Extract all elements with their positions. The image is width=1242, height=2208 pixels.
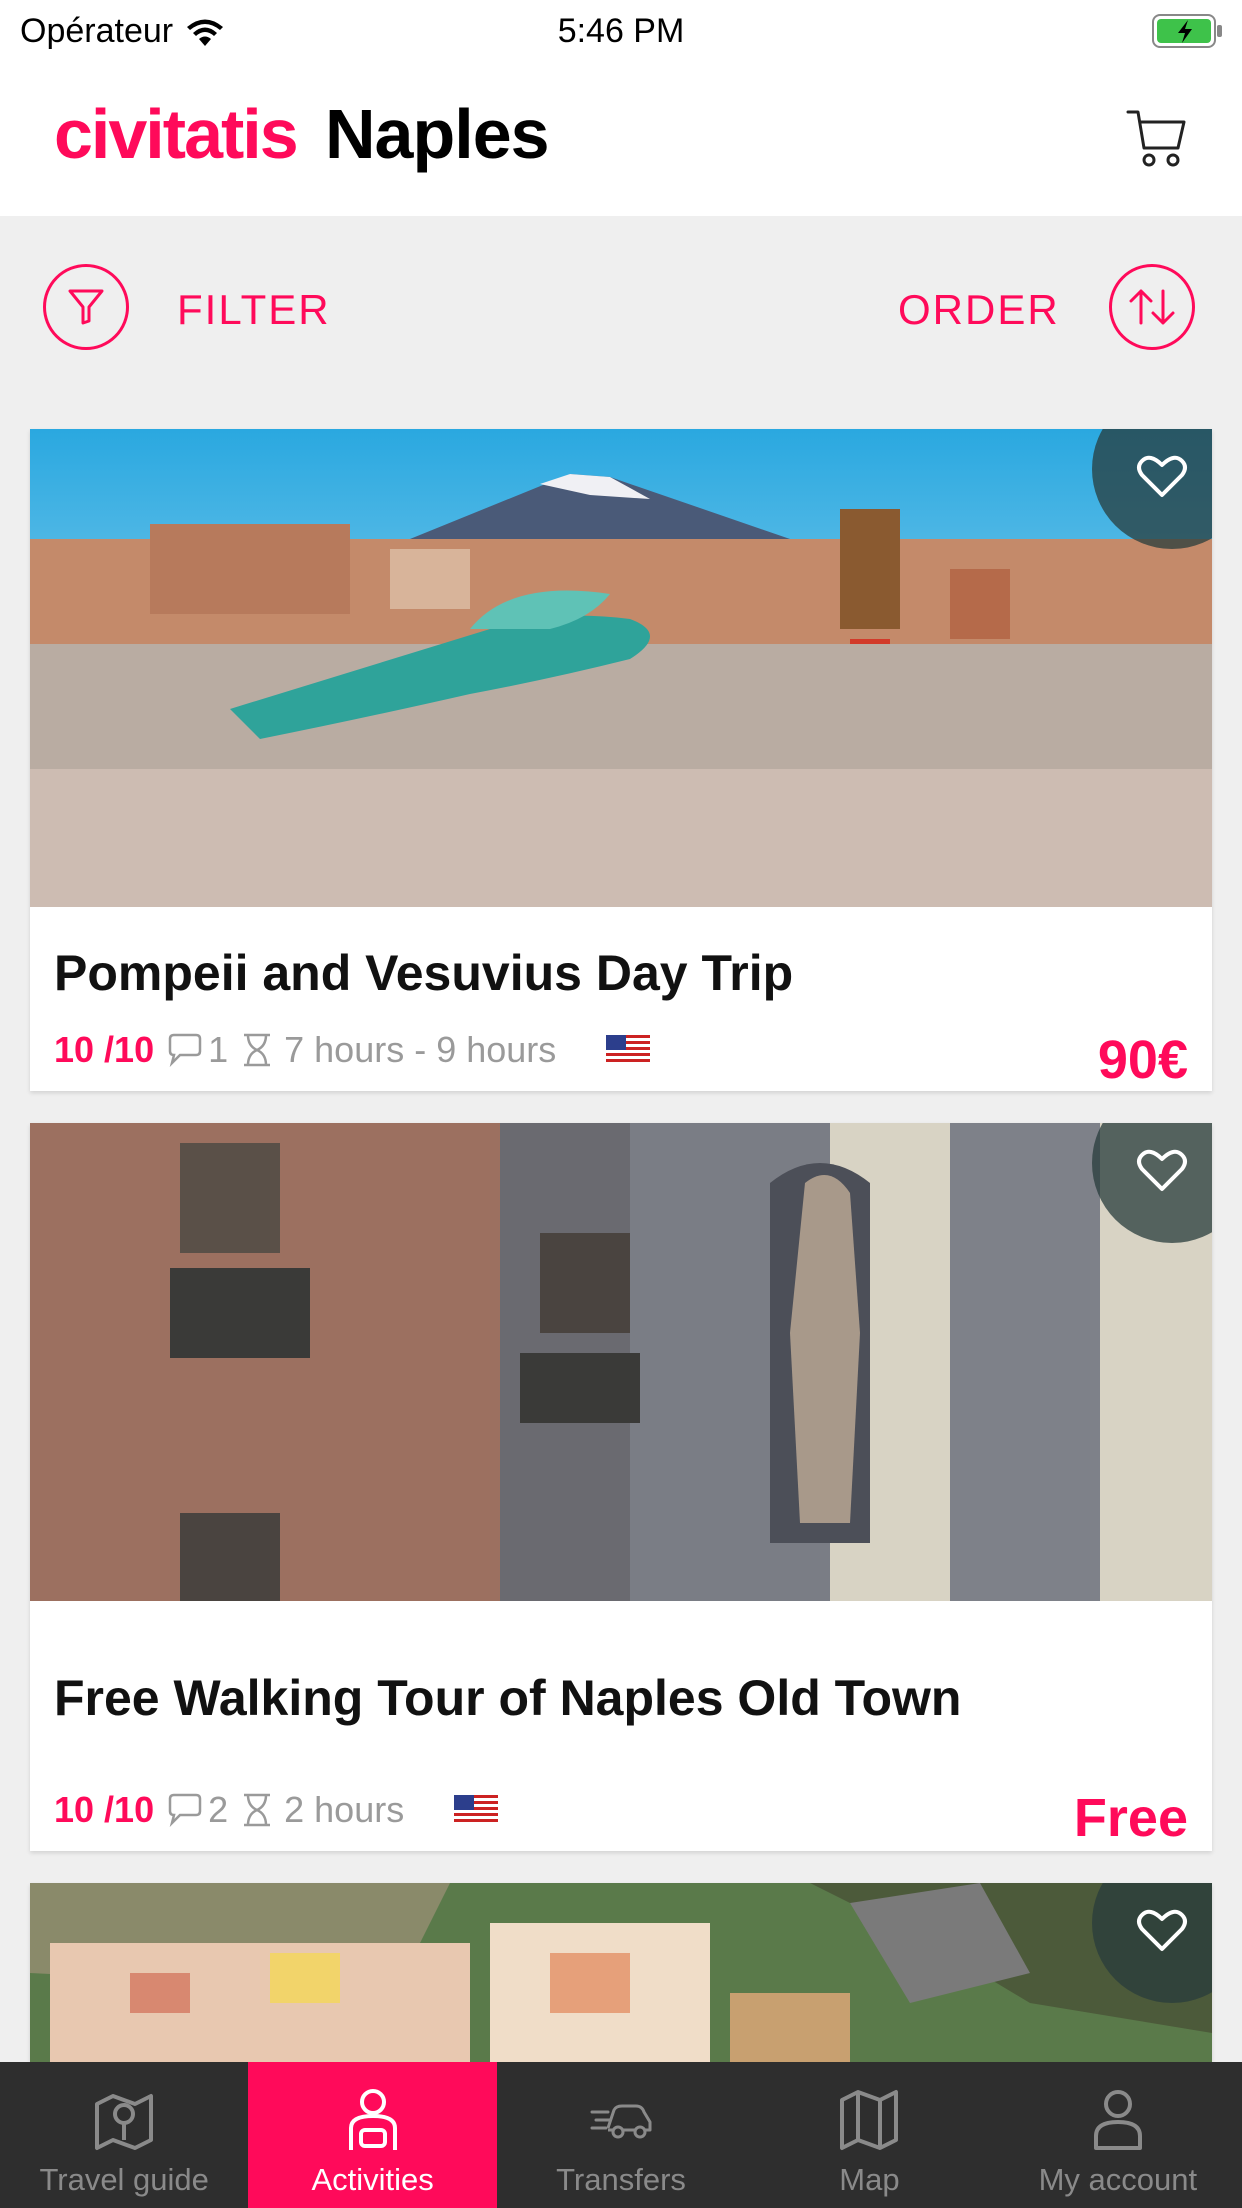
duration-text: 2 hours: [284, 1789, 405, 1830]
sort-icon: [1129, 289, 1175, 325]
heart-icon: [1137, 1909, 1187, 1951]
activity-title[interactable]: Pompeii and Vesuvius Day Trip: [54, 944, 793, 1002]
activity-card[interactable]: [30, 1883, 1212, 2062]
car-icon: [590, 2104, 652, 2139]
bottom-tab-bar: Travel guide Activities Transfers Map My…: [0, 2062, 1242, 2208]
pompeii-photo: [30, 429, 1212, 907]
user-icon: [1093, 2090, 1142, 2150]
map-icon: [840, 2090, 899, 2150]
amalfi-photo: [30, 1883, 1212, 2062]
tab-label: My account: [1038, 2162, 1198, 2197]
heart-icon: [1137, 455, 1187, 497]
order-label[interactable]: ORDER: [898, 286, 1060, 334]
rating-score: 10 /10: [54, 1789, 155, 1830]
comment-icon: [168, 1033, 202, 1067]
tab-label: Transfers: [556, 2162, 686, 2197]
tab-my-account[interactable]: My account: [994, 2062, 1242, 2208]
status-bar: Opérateur 5:46 PM: [0, 0, 1242, 64]
comment-icon: [168, 1793, 202, 1827]
tab-label: Activities: [311, 2162, 434, 2197]
comment-count: 2: [208, 1789, 229, 1830]
tab-activities[interactable]: Activities: [248, 2062, 497, 2208]
filter-icon: [68, 289, 104, 325]
cart-icon[interactable]: [1124, 104, 1188, 170]
rating-score: 10 /10: [54, 1029, 155, 1070]
status-time: 5:46 PM: [557, 12, 685, 50]
activity-meta: 10 /10 1 7 hours - 9 hours: [54, 1029, 651, 1071]
activities-icon: [348, 2089, 397, 2150]
duration-text: 7 hours - 9 hours: [284, 1029, 557, 1070]
battery-icon: [1152, 14, 1222, 48]
filter-label[interactable]: FILTER: [177, 286, 331, 334]
heart-icon: [1137, 1149, 1187, 1191]
hourglass-icon: [244, 1033, 271, 1067]
activity-meta: 10 /10 2 2 hours: [54, 1789, 499, 1831]
comment-count: 1: [208, 1029, 229, 1070]
activity-image-amalfi[interactable]: [30, 1883, 1212, 2062]
hourglass-icon: [244, 1793, 271, 1827]
tab-label: Map: [839, 2162, 900, 2197]
brand-logo[interactable]: civitatis: [54, 94, 299, 174]
filter-button[interactable]: [43, 264, 129, 350]
us-flag-icon: [606, 1035, 651, 1065]
tab-label: Travel guide: [39, 2162, 209, 2197]
activity-card[interactable]: Pompeii and Vesuvius Day Trip 10 /10 1 7…: [30, 429, 1212, 1091]
map-pin-icon: [95, 2094, 154, 2150]
activity-image-pompeii[interactable]: [30, 429, 1212, 907]
order-button[interactable]: [1109, 264, 1195, 350]
tab-transfers[interactable]: Transfers: [497, 2062, 745, 2208]
activity-price: Free: [1073, 1788, 1188, 1848]
us-flag-icon: [454, 1795, 499, 1825]
naples-photo: [30, 1123, 1212, 1601]
tab-travel-guide[interactable]: Travel guide: [0, 2062, 248, 2208]
activity-card[interactable]: Free Walking Tour of Naples Old Town 10 …: [30, 1123, 1212, 1851]
app-header: civitatis Naples: [0, 64, 1242, 216]
activity-price: 90€: [1097, 1030, 1188, 1090]
activity-title[interactable]: Free Walking Tour of Naples Old Town: [54, 1669, 961, 1727]
activity-image-naples[interactable]: [30, 1123, 1212, 1601]
filter-order-toolbar: FILTER ORDER: [0, 216, 1242, 396]
page-title: Naples: [325, 95, 550, 173]
tab-map[interactable]: Map: [745, 2062, 993, 2208]
